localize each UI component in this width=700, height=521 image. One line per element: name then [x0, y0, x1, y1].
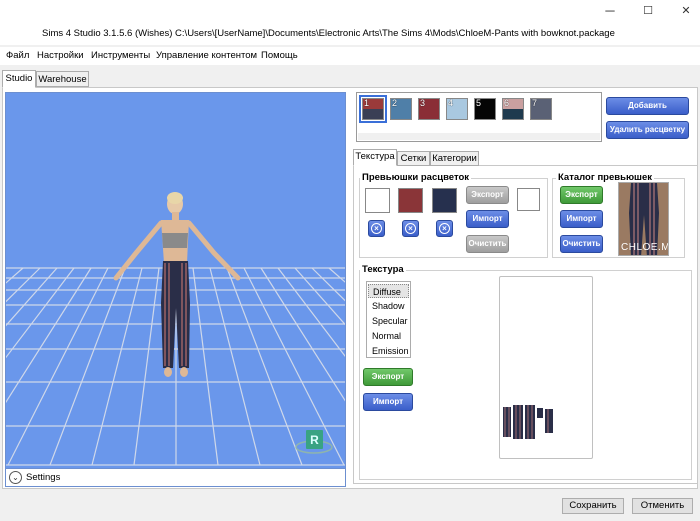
svg-text:R: R — [310, 433, 319, 447]
menu-help[interactable]: Помощь — [261, 50, 298, 61]
swatch-4[interactable]: 4 — [446, 98, 468, 120]
swatch-1[interactable]: 1 — [359, 95, 387, 123]
texture-atlas-image — [501, 403, 557, 443]
menu-file[interactable]: Файл — [6, 50, 29, 61]
swatch-scrollbar[interactable] — [358, 133, 600, 140]
swatch-number: 1 — [364, 98, 370, 108]
thumbnails-import-button[interactable]: Импорт — [466, 210, 509, 228]
swatch-number: 2 — [392, 98, 398, 108]
swatch-number: 7 — [532, 98, 538, 108]
texture-list-item[interactable]: Diffuse — [368, 284, 409, 298]
thumbnails-export-button[interactable]: Экспорт — [466, 186, 509, 204]
window-title: Sims 4 Studio 3.1.5.6 (Wishes) C:\Users\… — [42, 28, 615, 39]
texture-list-item[interactable]: Specular — [368, 314, 409, 328]
tab-texture[interactable]: Текстура — [353, 149, 397, 166]
tab-warehouse[interactable]: Warehouse — [36, 71, 89, 87]
menu-bar: Файл Настройки Инструменты Управление ко… — [0, 47, 700, 65]
swatch-number: 6 — [504, 98, 510, 108]
rotate-logo-icon[interactable]: R — [295, 430, 333, 454]
swatch-2[interactable]: 2 — [390, 98, 412, 120]
thumbnail-box[interactable] — [398, 188, 423, 213]
swatch-strip: 1 2 3 4 5 6 7 — [356, 92, 602, 142]
catalog-export-button[interactable]: Экспорт — [560, 186, 603, 204]
thumbnail-extra-box[interactable] — [517, 188, 540, 211]
texture-title: Текстура — [360, 264, 406, 275]
remove-thumbnail-button[interactable]: × — [436, 220, 453, 237]
catalog-watermark: CHLOE.M — [621, 242, 669, 253]
texture-preview — [499, 276, 593, 459]
thumbnails-clear-button[interactable]: Очистить — [466, 235, 509, 253]
tab-categories[interactable]: Категории — [430, 151, 479, 166]
swatch-number: 4 — [448, 98, 454, 108]
close-icon: × — [405, 223, 416, 234]
close-icon: × — [371, 223, 382, 234]
menu-tools[interactable]: Инструменты — [91, 50, 150, 61]
menu-settings[interactable]: Настройки — [37, 50, 84, 61]
remove-thumbnail-button[interactable]: × — [368, 220, 385, 237]
tab-studio[interactable]: Studio — [2, 70, 36, 88]
swatch-6[interactable]: 6 — [502, 98, 524, 120]
swatch-3[interactable]: 3 — [418, 98, 440, 120]
menu-content-management[interactable]: Управление контентом — [156, 50, 257, 61]
app-icon — [9, 10, 25, 26]
catalog-import-button[interactable]: Импорт — [560, 210, 603, 228]
settings-bar[interactable]: ⌄ Settings — [6, 468, 345, 486]
save-button[interactable]: Сохранить — [562, 498, 624, 514]
swatch-5[interactable]: 5 — [474, 98, 496, 120]
chevron-down-icon[interactable]: ⌄ — [9, 471, 22, 484]
catalog-clear-button[interactable]: Очистить — [560, 235, 603, 253]
texture-list-item[interactable]: Shadow — [368, 299, 409, 313]
remove-swatch-button[interactable]: Удалить расцветку — [606, 121, 689, 139]
swatch-7[interactable]: 7 — [530, 98, 552, 120]
thumbnail-box[interactable] — [432, 188, 457, 213]
model-viewport[interactable]: R ⌄ Settings — [5, 92, 346, 487]
add-swatch-button[interactable]: Добавить расцветку — [606, 97, 689, 126]
texture-export-button[interactable]: Экспорт — [363, 368, 413, 386]
settings-label: Settings — [26, 472, 61, 483]
cancel-button[interactable]: Отменить — [632, 498, 693, 514]
thumbnail-box[interactable] — [365, 188, 390, 213]
texture-list-item[interactable]: Normal — [368, 329, 409, 343]
swatch-number: 5 — [476, 98, 482, 108]
minimize-button[interactable]: ─ — [599, 2, 621, 20]
thumbnails-title: Превьюшки расцветок — [360, 172, 472, 183]
viewport-scene: R — [6, 192, 345, 466]
catalog-thumbnail: CHLOE.M — [618, 182, 669, 256]
texture-list-item[interactable]: Emission — [368, 344, 409, 358]
title-bar: ─ ☐ ✕ Sims 4 Studio 3.1.5.6 (Wishes) C:\… — [0, 0, 700, 45]
close-icon: × — [439, 223, 450, 234]
texture-list[interactable]: Diffuse Shadow Specular Normal Emission — [366, 281, 411, 358]
texture-import-button[interactable]: Импорт — [363, 393, 413, 411]
swatch-number: 3 — [420, 98, 426, 108]
tab-meshes[interactable]: Сетки — [397, 151, 430, 166]
remove-thumbnail-button[interactable]: × — [402, 220, 419, 237]
maximize-button[interactable]: ☐ — [637, 2, 659, 20]
close-button[interactable]: ✕ — [675, 2, 697, 20]
